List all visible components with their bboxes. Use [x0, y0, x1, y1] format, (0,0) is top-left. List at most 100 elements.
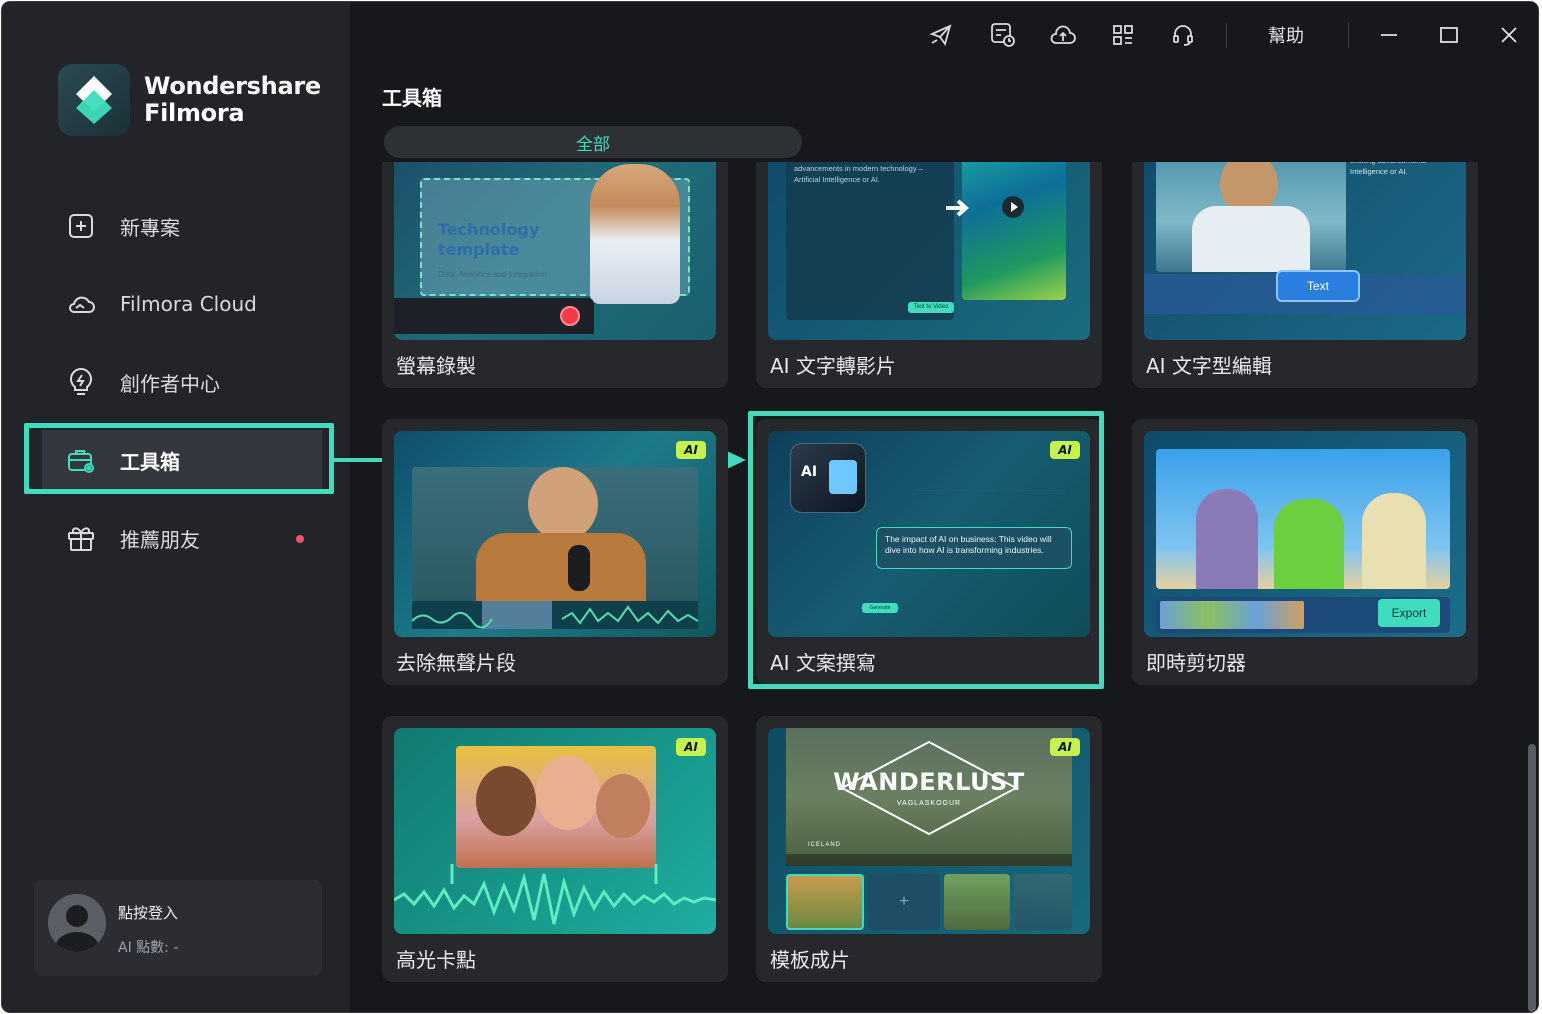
tool-thumbnail: AI	[394, 728, 716, 934]
support-headset-icon[interactable]	[1168, 20, 1198, 50]
template-slot-add: +	[868, 874, 940, 930]
app-window: Wondershare Filmora 新專案 Filmora Cloud 創作…	[2, 2, 1538, 1012]
tool-thumbnail: discussing one of the most exciting adva…	[768, 162, 1090, 340]
titlebar-divider	[1226, 22, 1227, 48]
brand-name: Wondershare Filmora	[144, 73, 321, 127]
sidebar-item-label: 新專案	[120, 215, 180, 240]
thumb-subtitle: Data, Analytics and Integration	[438, 270, 547, 279]
landscape-photo: WANDERLUST VAGLASKOGUR ICELAND	[786, 728, 1072, 866]
sidebar-item-creator-hub[interactable]: 創作者中心	[42, 352, 322, 412]
script-text: discussing one of the most exciting adva…	[794, 164, 923, 184]
maximize-icon[interactable]	[1434, 20, 1464, 50]
tool-thumbnail: AI	[394, 431, 716, 637]
generate-button: Generate	[862, 603, 898, 613]
sidebar-item-toolbox[interactable]: 工具箱	[42, 430, 322, 490]
task-list-icon[interactable]	[988, 20, 1018, 50]
sidebar-item-label: 推薦朋友	[120, 527, 200, 552]
page-title: 工具箱	[382, 86, 442, 110]
tool-card-screen-recorder[interactable]: Technology template Data, Analytics and …	[382, 162, 728, 388]
ai-points-label: AI 點數: -	[118, 940, 179, 956]
filmora-logo-icon	[58, 64, 130, 136]
video-preview	[962, 162, 1066, 300]
tool-label: 模板成片	[770, 948, 850, 972]
tools-grid: Technology template Data, Analytics and …	[354, 162, 1524, 1012]
export-button: Export	[1378, 599, 1440, 627]
podcast-photo	[412, 467, 698, 601]
tool-label: AI 文字轉影片	[770, 354, 896, 378]
tool-card-auto-beat-sync[interactable]: AI 高光卡點	[382, 716, 728, 982]
tool-label: 高光卡點	[396, 948, 476, 972]
template-subtitle: VAGLASKOGUR	[896, 800, 962, 807]
text-chip: Text	[1276, 270, 1360, 302]
brand-logo: Wondershare Filmora	[58, 64, 321, 136]
scrollbar[interactable]	[1528, 744, 1536, 1012]
template-title: WANDERLUST	[833, 768, 1025, 796]
cloud-sync-icon[interactable]	[1048, 20, 1078, 50]
close-icon[interactable]	[1494, 20, 1524, 50]
ai-badge: AI	[1050, 441, 1080, 459]
sidebar-item-refer-friends[interactable]: 推薦朋友	[42, 508, 322, 568]
template-place: ICELAND	[808, 842, 842, 848]
play-icon	[1002, 196, 1024, 218]
prompt-bubble: The impact of AI on business: This video…	[876, 527, 1072, 569]
ai-badge: AI	[676, 738, 706, 756]
script-panel: discussing one of the most exciting adva…	[786, 162, 954, 320]
titlebar-divider	[1348, 22, 1349, 48]
ai-chip-icon: AI	[790, 443, 866, 513]
sidebar: Wondershare Filmora 新專案 Filmora Cloud 創作…	[2, 2, 350, 1012]
filter-tab-all[interactable]: 全部	[384, 126, 802, 158]
template-slot-photo	[944, 874, 1010, 930]
tool-card-silence-detection[interactable]: AI 去除無聲片段	[382, 419, 728, 685]
record-icon	[560, 306, 580, 326]
tool-card-instant-cutter[interactable]: Export 即時剪切器	[1132, 419, 1478, 685]
waveform-track	[412, 601, 698, 629]
tool-label: AI 文字型編輯	[1146, 354, 1272, 378]
brand-line-2: Filmora	[144, 99, 245, 127]
template-slot-photo	[1014, 874, 1072, 930]
transcript-text: Good day everyone! Today, most exciting …	[1350, 162, 1426, 176]
apps-grid-icon[interactable]	[1108, 20, 1138, 50]
tool-card-ai-text-based-editing[interactable]: Good day everyone! Today, most exciting …	[1132, 162, 1478, 388]
send-feedback-icon[interactable]	[926, 20, 956, 50]
beat-waveform	[394, 864, 716, 925]
sidebar-item-new-project[interactable]: 新專案	[42, 196, 322, 256]
ai-badge: AI	[1050, 738, 1080, 756]
login-link[interactable]: 點按登入	[118, 902, 178, 923]
speaker-photo	[1156, 162, 1346, 272]
friends-photo	[456, 746, 656, 868]
tool-thumbnail: WANDERLUST VAGLASKOGUR ICELAND + AI	[768, 728, 1090, 934]
tool-label: 螢幕錄製	[396, 354, 476, 378]
tool-thumbnail: Export	[1144, 431, 1466, 637]
history-lines	[916, 451, 1066, 491]
tool-label: 去除無聲片段	[396, 651, 516, 675]
new-project-icon	[66, 211, 96, 241]
gift-icon	[66, 523, 96, 553]
tool-thumbnail: AI The impact of AI on business: This vi…	[768, 431, 1090, 637]
template-slot-filled	[786, 874, 864, 930]
podcaster-face	[528, 467, 598, 541]
sidebar-item-label: 創作者中心	[120, 371, 220, 396]
podcaster-jacket	[476, 533, 646, 601]
toolbox-icon	[66, 445, 96, 475]
tool-thumbnail: Technology template Data, Analytics and …	[394, 162, 716, 340]
minimize-icon[interactable]	[1374, 20, 1404, 50]
tool-thumbnail: Good day everyone! Today, most exciting …	[1144, 162, 1466, 340]
notification-dot	[296, 535, 304, 543]
player-controls	[786, 854, 1072, 866]
speaker-shirt	[1192, 206, 1310, 272]
tool-label: 即時剪切器	[1146, 651, 1246, 675]
presenter-photo	[590, 164, 680, 304]
brand-line-1: Wondershare	[144, 72, 321, 100]
user-login-card[interactable]: 點按登入 AI 點數: -	[34, 880, 322, 976]
tool-card-ai-text-to-video[interactable]: discussing one of the most exciting adva…	[756, 162, 1102, 388]
thumb-title: Technology template	[438, 220, 540, 259]
tool-label: AI 文案撰寫	[770, 651, 876, 675]
help-menu[interactable]: 幫助	[1268, 22, 1304, 48]
tool-card-template-mode[interactable]: WANDERLUST VAGLASKOGUR ICELAND + AI 模板成片	[756, 716, 1102, 982]
tool-card-ai-copywriting[interactable]: AI The impact of AI on business: This vi…	[756, 419, 1102, 685]
arrow-right-icon	[946, 199, 970, 217]
sidebar-item-label: Filmora Cloud	[120, 292, 257, 316]
avatar[interactable]	[48, 894, 106, 952]
microphone-icon	[568, 545, 590, 591]
sidebar-item-filmora-cloud[interactable]: Filmora Cloud	[42, 274, 322, 334]
